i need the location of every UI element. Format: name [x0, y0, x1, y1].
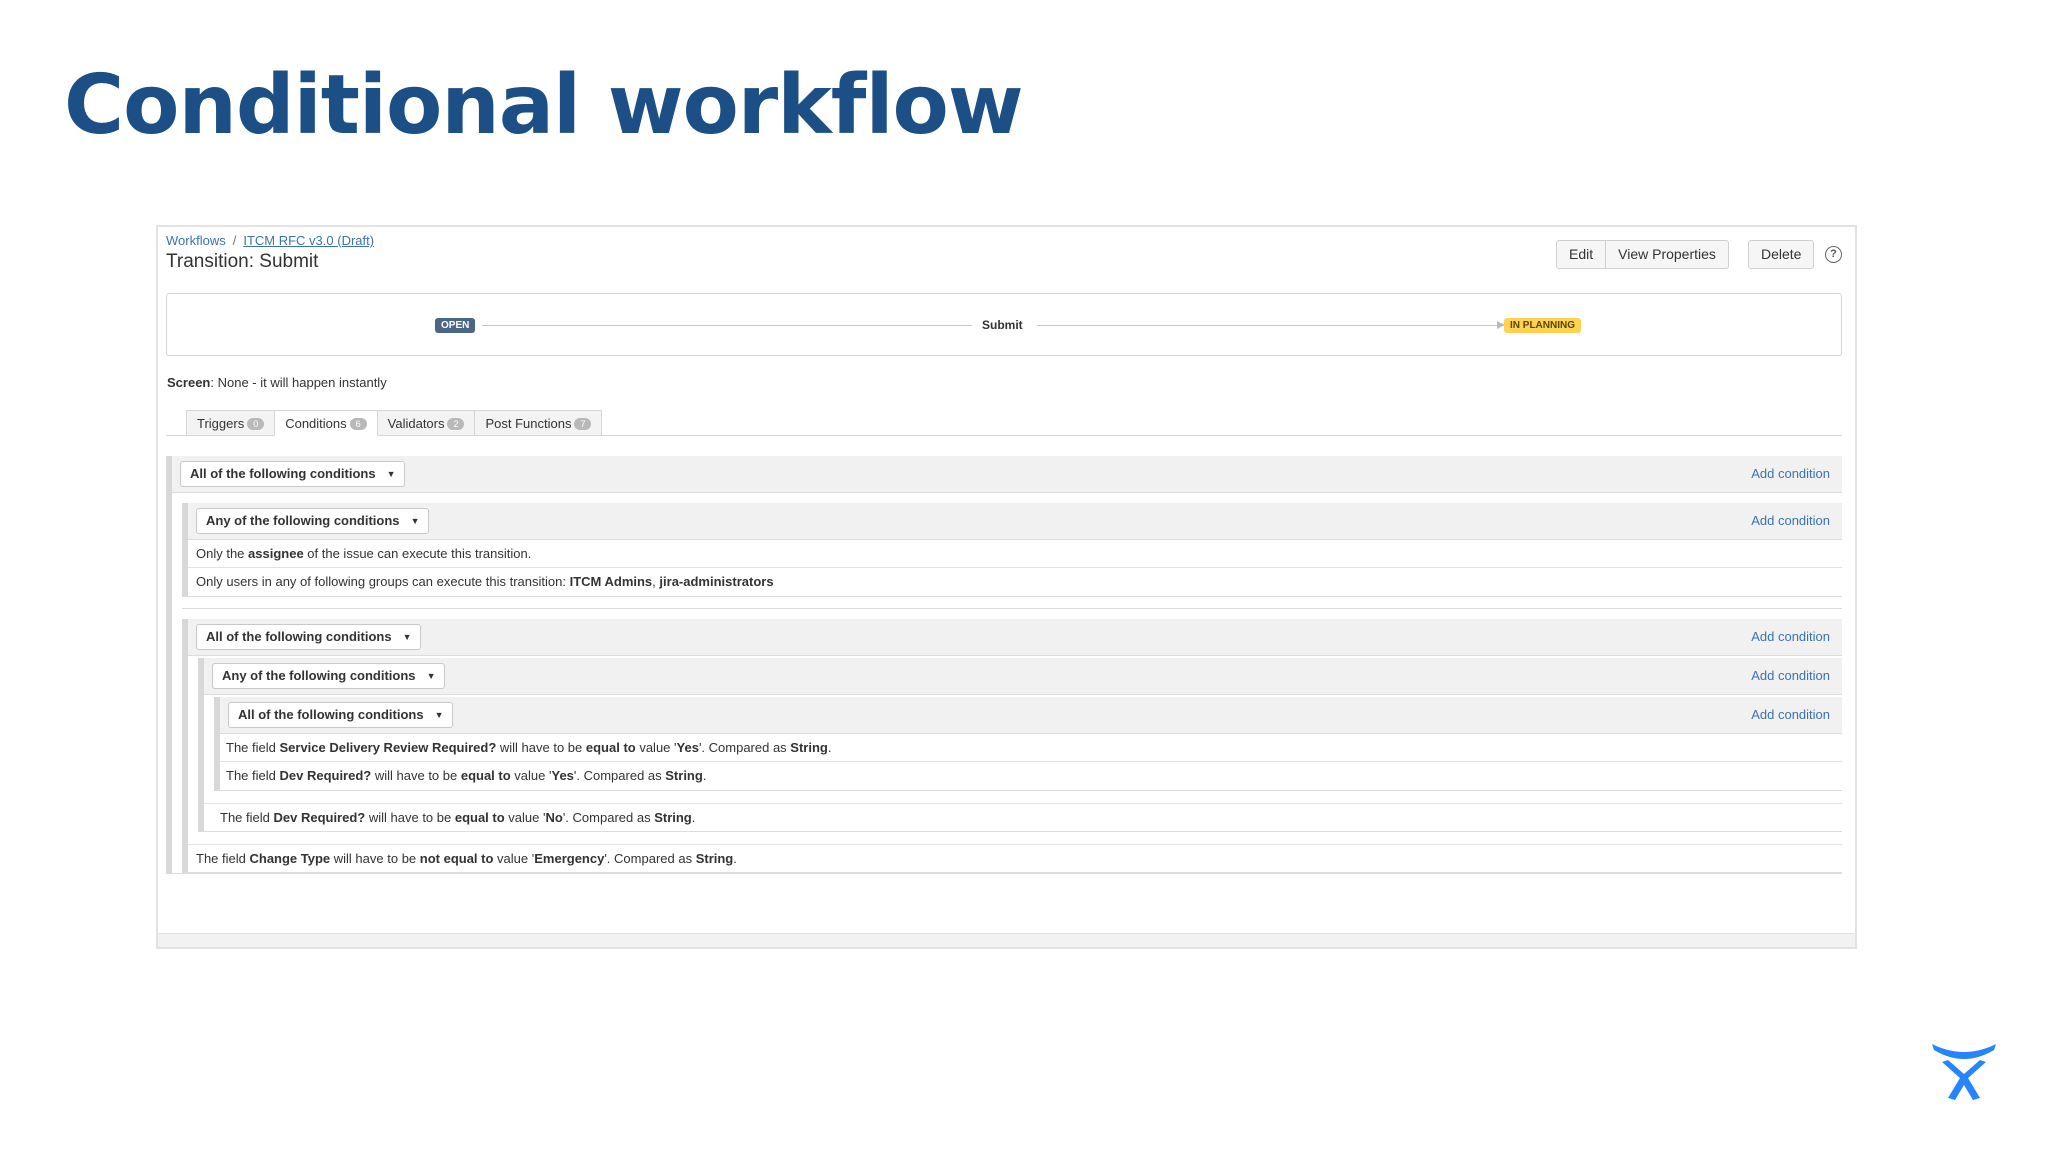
- tab-label: Triggers: [197, 416, 245, 431]
- screen-label: Screen: [167, 375, 211, 390]
- group-operator-label: Any of the following conditions: [206, 513, 400, 528]
- breadcrumb-separator: /: [232, 233, 237, 248]
- status-in-planning-lozenge: IN PLANNING: [1504, 318, 1581, 333]
- delete-button[interactable]: Delete: [1748, 240, 1815, 269]
- window-footer-bar: [158, 933, 1855, 947]
- condition-group-header: All of the following conditions ▼ Add con…: [172, 456, 1842, 493]
- condition-group-header: Any of the following conditions ▼ Add con…: [204, 658, 1842, 695]
- tab-count-badge: 0: [247, 418, 265, 430]
- tab-label: Validators: [387, 416, 445, 431]
- condition-row: The field Service Delivery Review Requir…: [220, 734, 1842, 762]
- caret-down-icon: ▼: [434, 710, 444, 720]
- condition-group-any: Any of the following conditions ▼ Add con…: [182, 503, 1842, 597]
- screen-info: Screen: None - it will happen instantly: [167, 375, 387, 390]
- condition-group-header: All of the following conditions ▼ Add con…: [188, 619, 1842, 656]
- breadcrumb: Workflows / ITCM RFC v3.0 (Draft): [166, 233, 374, 248]
- condition-row: Only users in any of following groups ca…: [196, 574, 774, 589]
- jira-workflow-window: Workflows / ITCM RFC v3.0 (Draft) Transiti…: [156, 225, 1857, 949]
- condition-group-all-nested: All of the following conditions ▼ Add con…: [214, 697, 1842, 791]
- transition-diagram: OPEN Submit IN PLANNING: [166, 293, 1842, 356]
- page-title: Transition: Submit: [166, 251, 319, 272]
- group-operator-label: All of the following conditions: [190, 466, 376, 481]
- condition-row: The field Dev Required? will have to be …: [204, 803, 1842, 831]
- add-condition-link[interactable]: Add condition: [1751, 707, 1830, 722]
- conditions-tree: All of the following conditions ▼ Add con…: [166, 456, 1842, 874]
- tab-post-functions[interactable]: Post Functions 7: [474, 410, 603, 436]
- group-operator-label: All of the following conditions: [206, 629, 392, 644]
- status-open-lozenge: OPEN: [435, 318, 476, 333]
- group-operator-select[interactable]: All of the following conditions ▼: [228, 702, 453, 728]
- condition-row: Only the assignee of the issue can execu…: [188, 540, 1842, 568]
- group-operator-select[interactable]: All of the following conditions ▼: [180, 461, 405, 487]
- caret-down-icon: ▼: [410, 516, 420, 526]
- breadcrumb-workflow-link[interactable]: ITCM RFC v3.0 (Draft): [243, 233, 374, 248]
- condition-row: The field Dev Required? will have to be …: [226, 768, 707, 783]
- caret-down-icon: ▼: [402, 632, 412, 642]
- condition-group-header: All of the following conditions ▼ Add con…: [220, 697, 1842, 734]
- edit-actions: Edit View Properties: [1556, 240, 1729, 269]
- add-condition-link[interactable]: Add condition: [1751, 513, 1830, 528]
- tab-triggers[interactable]: Triggers 0: [186, 410, 276, 436]
- tab-conditions[interactable]: Conditions 6: [274, 410, 378, 436]
- breadcrumb-workflows-link[interactable]: Workflows: [166, 233, 226, 248]
- group-operator-label: All of the following conditions: [238, 707, 424, 722]
- caret-down-icon: ▼: [426, 671, 436, 681]
- transition-line-right: [1037, 325, 1499, 326]
- transition-line-left: [482, 325, 972, 326]
- tab-count-badge: 2: [447, 418, 465, 430]
- tab-validators[interactable]: Validators 2: [376, 410, 476, 436]
- help-icon[interactable]: ?: [1825, 246, 1842, 263]
- group-operator-label: Any of the following conditions: [222, 668, 416, 683]
- transition-label: Submit: [982, 318, 1023, 332]
- condition-group-header: Any of the following conditions ▼ Add con…: [188, 503, 1842, 540]
- group-operator-select[interactable]: Any of the following conditions ▼: [212, 663, 445, 689]
- caret-down-icon: ▼: [386, 469, 396, 479]
- tab-label: Post Functions: [485, 416, 572, 431]
- delete-actions: Delete: [1748, 240, 1815, 269]
- view-properties-button[interactable]: View Properties: [1606, 240, 1729, 269]
- condition-group-root: All of the following conditions ▼ Add con…: [166, 456, 1842, 874]
- tab-count-badge: 7: [574, 418, 592, 430]
- group-operator-select[interactable]: All of the following conditions ▼: [196, 624, 421, 650]
- condition-group-any-nested: Any of the following conditions ▼ Add con…: [198, 658, 1842, 832]
- add-condition-link[interactable]: Add condition: [1751, 668, 1830, 683]
- tab-count-badge: 6: [349, 418, 367, 430]
- add-condition-link[interactable]: Add condition: [1751, 629, 1830, 644]
- slide-title: Conditional workflow: [64, 58, 1024, 153]
- edit-button[interactable]: Edit: [1556, 240, 1607, 269]
- screen-value: : None - it will happen instantly: [210, 375, 387, 390]
- add-condition-link[interactable]: Add condition: [1751, 466, 1830, 481]
- condition-row: The field Change Type will have to be no…: [188, 844, 1842, 872]
- transition-tabs: Triggers 0 Conditions 6 Validators 2 Post F…: [186, 410, 603, 436]
- tab-label: Conditions: [285, 416, 347, 431]
- group-operator-select[interactable]: Any of the following conditions ▼: [196, 508, 429, 534]
- atlassian-logo-icon: [1932, 1044, 1996, 1100]
- condition-group-all: All of the following conditions ▼ Add con…: [182, 619, 1842, 873]
